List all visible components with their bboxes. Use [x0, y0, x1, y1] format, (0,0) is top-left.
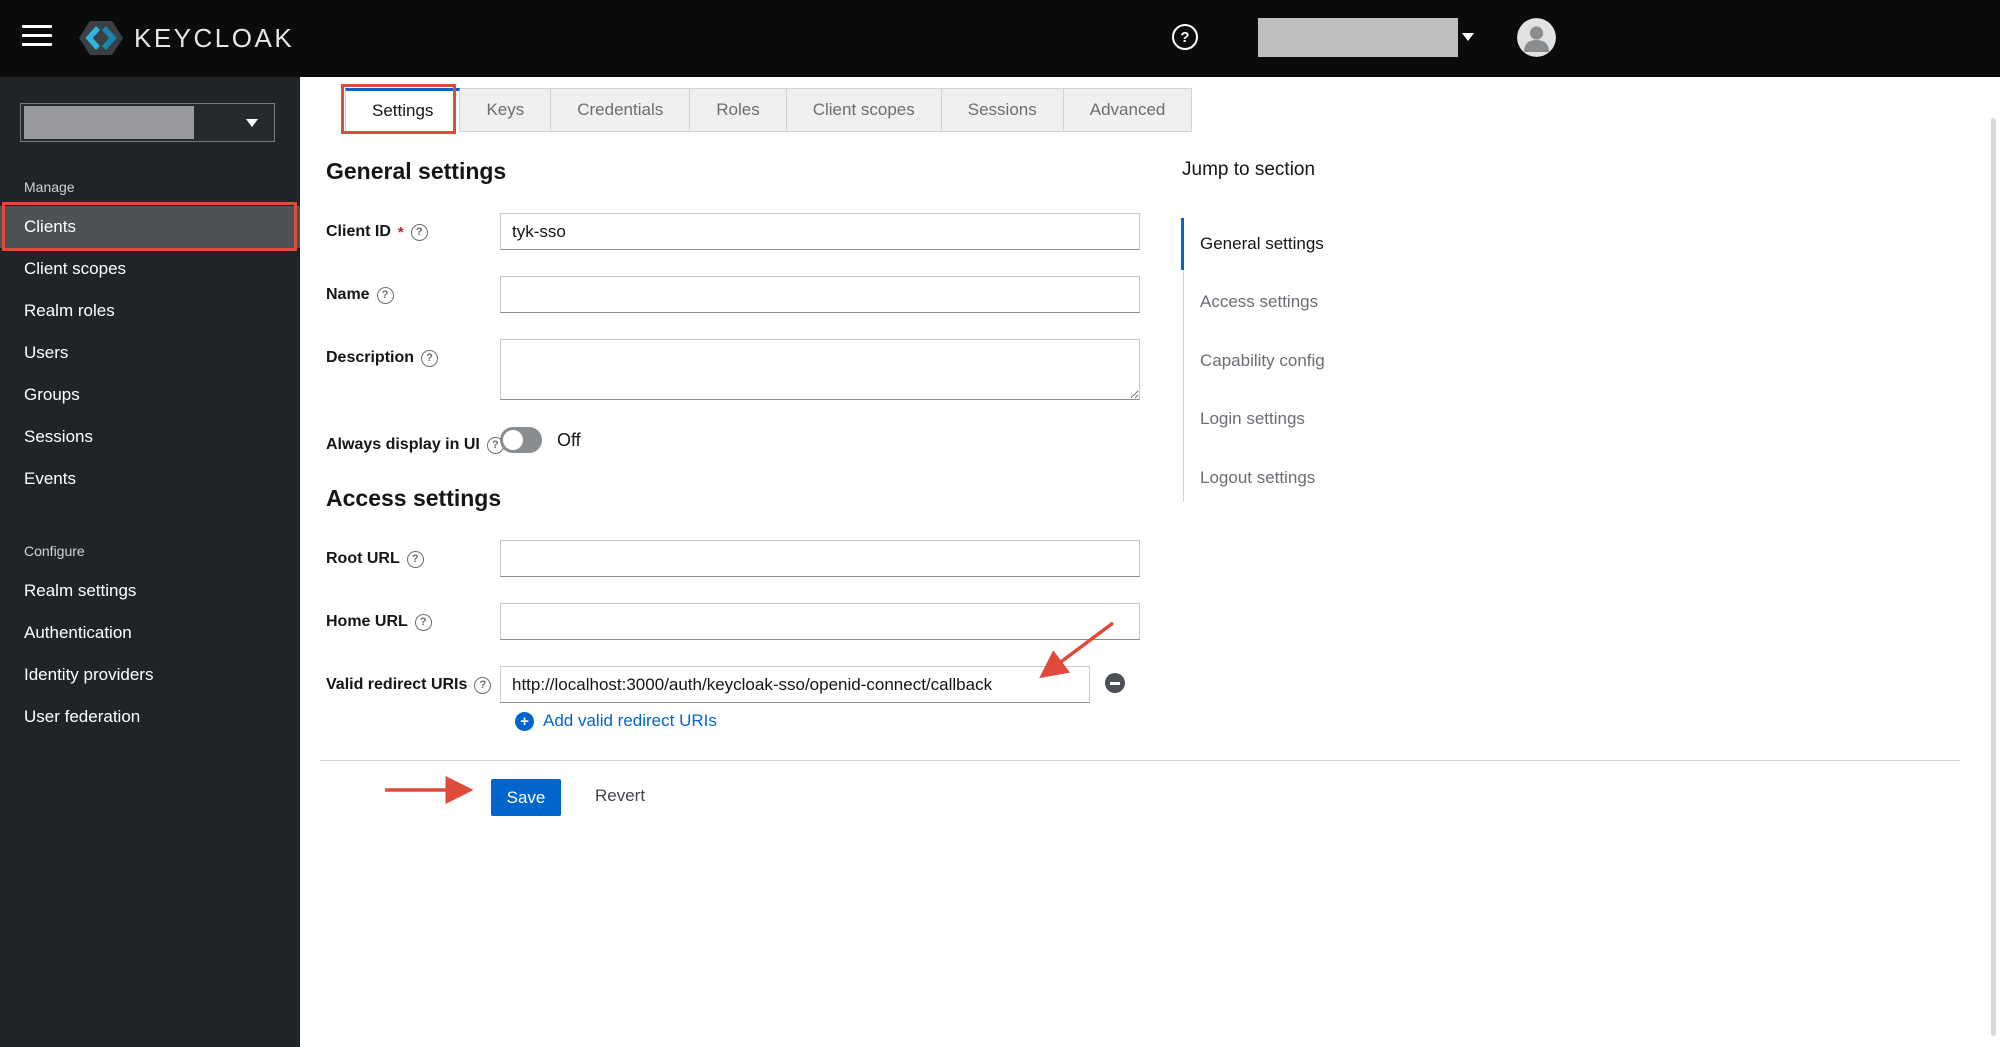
sidebar-item-events[interactable]: Events — [0, 458, 300, 500]
realm-name-redacted — [24, 106, 194, 139]
sidebar-nav: Manage Clients Client scopes Realm roles… — [0, 176, 300, 738]
jump-item-access-settings[interactable]: Access settings — [1200, 292, 1318, 312]
vertical-scrollbar[interactable] — [1991, 118, 1996, 1036]
sidebar: Manage Clients Client scopes Realm roles… — [0, 77, 300, 1047]
general-settings-heading: General settings — [326, 158, 507, 184]
home-url-input[interactable] — [500, 603, 1140, 640]
sidebar-item-user-federation[interactable]: User federation — [0, 696, 300, 738]
home-url-label-row: Home URL ? — [326, 612, 432, 632]
nav-group-spacer — [0, 500, 300, 540]
redirect-uri-input[interactable] — [500, 666, 1090, 703]
remove-redirect-uri-button[interactable] — [1105, 673, 1125, 693]
jump-item-capability-config[interactable]: Capability config — [1200, 351, 1325, 371]
home-url-help-icon[interactable]: ? — [414, 613, 432, 631]
jump-section-active-rule — [1181, 218, 1184, 270]
keycloak-brand[interactable]: KEYCLOAK — [78, 19, 294, 57]
description-help-icon[interactable]: ? — [421, 349, 439, 367]
tab-credentials[interactable]: Credentials — [551, 88, 691, 132]
realm-selector[interactable] — [20, 103, 275, 142]
save-button[interactable]: Save — [491, 779, 561, 816]
sidebar-item-identity-providers[interactable]: Identity providers — [0, 654, 300, 696]
tab-roles[interactable]: Roles — [690, 88, 787, 132]
keycloak-admin-page: KEYCLOAK ? Manage Clients Client scopes … — [0, 0, 2000, 1047]
root-url-input[interactable] — [500, 540, 1140, 577]
revert-button[interactable]: Revert — [595, 786, 645, 806]
tab-advanced[interactable]: Advanced — [1063, 88, 1193, 132]
description-label: Description — [326, 349, 415, 366]
redirect-uris-label: Valid redirect URIs — [326, 676, 468, 693]
tab-sessions[interactable]: Sessions — [941, 88, 1064, 132]
sidebar-item-users[interactable]: Users — [0, 332, 300, 374]
chevron-down-icon — [246, 118, 258, 127]
brand-name: KEYCLOAK — [134, 22, 295, 53]
sidebar-item-client-scopes[interactable]: Client scopes — [0, 248, 300, 290]
description-textarea[interactable] — [500, 339, 1140, 400]
help-icon[interactable]: ? — [1172, 24, 1198, 50]
app-header: KEYCLOAK ? — [0, 0, 2000, 77]
plus-circle-icon: + — [515, 711, 534, 731]
name-label: Name — [326, 286, 370, 303]
redirect-uris-help-icon[interactable]: ? — [474, 676, 492, 694]
root-url-label: Root URL — [326, 550, 400, 567]
always-display-label-row: Always display in UI ? — [326, 435, 504, 455]
access-settings-heading: Access settings — [326, 485, 502, 511]
root-url-label-row: Root URL ? — [326, 549, 424, 569]
client-detail-tabs: Settings Keys Credentials Roles Client s… — [345, 88, 1193, 132]
required-asterisk: * — [397, 223, 404, 241]
sidebar-item-groups[interactable]: Groups — [0, 374, 300, 416]
tab-settings[interactable]: Settings — [345, 88, 461, 132]
add-redirect-uri-label: Add valid redirect URIs — [543, 711, 717, 730]
client-id-label: Client ID — [326, 223, 391, 240]
tab-keys[interactable]: Keys — [460, 88, 552, 132]
name-help-icon[interactable]: ? — [376, 286, 394, 304]
name-label-row: Name ? — [326, 285, 394, 305]
hamburger-menu-icon[interactable] — [22, 25, 52, 52]
client-id-input[interactable] — [500, 213, 1140, 250]
client-id-help-icon[interactable]: ? — [410, 223, 428, 241]
sidebar-item-realm-roles[interactable]: Realm roles — [0, 290, 300, 332]
jump-item-general-settings[interactable]: General settings — [1200, 234, 1324, 254]
add-redirect-uri-button[interactable]: + Add valid redirect URIs — [515, 711, 717, 731]
footer-divider — [320, 760, 1960, 761]
user-menu-redacted[interactable] — [1258, 18, 1458, 57]
sidebar-item-clients[interactable]: Clients — [0, 206, 300, 248]
always-display-label: Always display in UI — [326, 436, 480, 453]
nav-group-configure-label: Configure — [24, 543, 85, 559]
home-url-label: Home URL — [326, 613, 408, 630]
jump-to-section-heading: Jump to section — [1182, 159, 1316, 180]
tab-client-scopes[interactable]: Client scopes — [786, 88, 942, 132]
jump-item-login-settings[interactable]: Login settings — [1200, 409, 1305, 429]
sidebar-item-realm-settings[interactable]: Realm settings — [0, 570, 300, 612]
client-id-label-row: Client ID * ? — [326, 222, 428, 242]
root-url-help-icon[interactable]: ? — [406, 550, 424, 568]
jump-item-logout-settings[interactable]: Logout settings — [1200, 468, 1315, 488]
name-input[interactable] — [500, 276, 1140, 313]
keycloak-logo-icon — [79, 21, 123, 55]
always-display-toggle[interactable] — [500, 427, 542, 453]
toggle-knob — [503, 430, 523, 450]
redirect-uris-label-row: Valid redirect URIs ? — [326, 675, 492, 695]
sidebar-item-sessions[interactable]: Sessions — [0, 416, 300, 458]
nav-group-manage-label: Manage — [24, 179, 75, 195]
always-display-state: Off — [557, 430, 581, 450]
avatar[interactable] — [1517, 18, 1556, 57]
description-label-row: Description ? — [326, 348, 439, 368]
sidebar-item-authentication[interactable]: Authentication — [0, 612, 300, 654]
chevron-down-icon[interactable] — [1462, 33, 1474, 41]
user-avatar-icon — [1517, 18, 1556, 57]
